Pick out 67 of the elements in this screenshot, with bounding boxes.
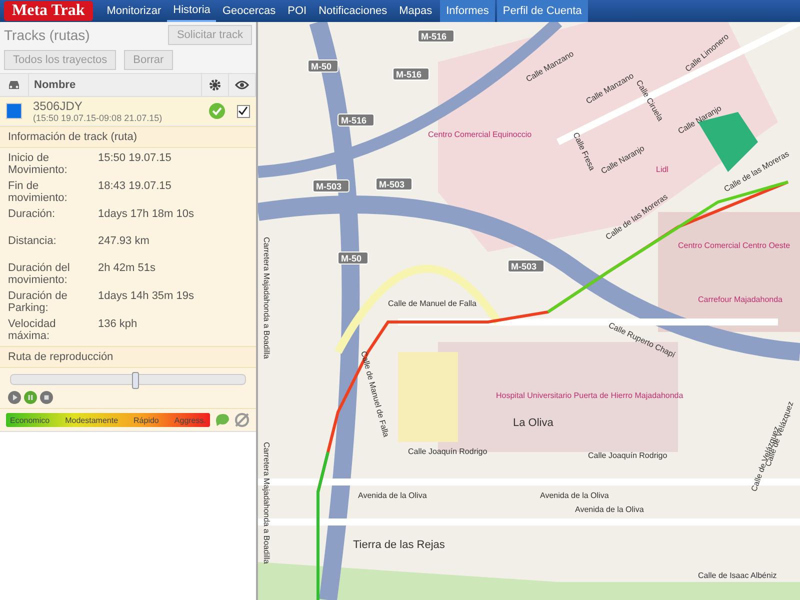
place-label: Hospital Universitario Puerta de Hierro Majadahonda	[496, 391, 684, 400]
speed-label: Aggress.	[174, 416, 206, 424]
street-label: Avenida de la Oliva	[358, 491, 427, 500]
track-name: 3506JDY	[33, 99, 84, 113]
info-label: Velocidad máxima:	[8, 318, 57, 342]
track-period: (15:50 19.07.15-09:08 21.07.15)	[33, 113, 164, 123]
stop-button[interactable]	[40, 391, 53, 404]
street-label: Calle Joaquín Rodrigo	[408, 447, 488, 456]
street-label: Calle Joaquín Rodrigo	[588, 451, 668, 460]
info-label: Duración de Parking:	[8, 290, 68, 314]
nav-tab[interactable]: Informes	[440, 0, 495, 22]
info-value: 247.93 km	[98, 235, 150, 249]
road-shield: M-503	[312, 180, 350, 192]
info-value: 18:43 19.07.15	[98, 180, 172, 194]
info-label: Fin de movimiento:	[8, 180, 68, 204]
nav-tab[interactable]: Monitorizar	[100, 0, 168, 22]
road-shield: M-503	[376, 178, 412, 190]
car-icon	[7, 79, 21, 91]
speed-label: Modestamente	[65, 416, 118, 424]
speed-label: Rápido	[134, 416, 159, 424]
info-value: 15:50 19.07.15	[98, 152, 172, 166]
play-button[interactable]	[8, 391, 21, 404]
info-label: Inicio de Movimiento:	[8, 152, 68, 176]
color-swatch[interactable]	[6, 103, 22, 119]
slider-thumb[interactable]	[132, 372, 140, 389]
road-shield: M-50	[338, 252, 368, 264]
nav-tab[interactable]: Geocercas	[216, 0, 282, 22]
info-value: 2h 42m 51s	[98, 262, 156, 276]
settings-icon	[209, 79, 221, 91]
info-value: 136 kph	[98, 318, 138, 332]
panel-title: Tracks (rutas)	[4, 27, 90, 43]
info-label: Distancia:	[8, 235, 58, 249]
street-label: Carretera Majadahonda a Boadilla	[262, 237, 271, 359]
road-shield: M-516	[392, 68, 430, 80]
place-label: Centro Comercial Equinoccio	[428, 130, 532, 139]
place-label: Tierra de las Rejas	[353, 539, 445, 551]
section-header: Ruta de reproducción	[0, 346, 256, 368]
place-label: Centro Comercial Centro Oeste	[678, 241, 790, 250]
pause-button[interactable]	[24, 391, 37, 404]
road-shield: M-50	[308, 60, 338, 72]
street-label: Calle de Manuel de Falla	[388, 299, 476, 308]
road-shield: M-503	[508, 260, 544, 272]
speed-label: Economico	[10, 416, 50, 424]
place-label: Lidl	[656, 165, 668, 174]
info-label: Duración:	[8, 208, 56, 222]
visibility-checkbox[interactable]	[236, 104, 250, 118]
street-label: Calle de Manuel de Falla	[359, 350, 391, 438]
nav-tab[interactable]: POI	[282, 0, 313, 22]
place-label: La Oliva	[513, 417, 554, 429]
road-shield: M-516	[418, 30, 454, 42]
section-header: Información de track (ruta)	[0, 126, 256, 148]
hide-icon[interactable]	[234, 412, 250, 428]
street-label: Avenida de la Oliva	[540, 491, 609, 500]
info-label: Duración del movimiento:	[8, 262, 71, 286]
nav-tab[interactable]: Perfil de Cuenta	[496, 0, 588, 22]
brand-logo: Meta Trak	[4, 1, 93, 21]
info-value: 1days 14h 35m 19s	[98, 290, 196, 304]
nav-tab[interactable]: Notificaciones	[312, 0, 394, 22]
street-label: Calle de Isaac Albéniz	[698, 571, 777, 580]
eye-icon	[235, 80, 249, 90]
road-shield: M-516	[338, 114, 374, 126]
info-value: 1days 17h 18m 10s	[98, 208, 196, 222]
nav-tab[interactable]: Mapas	[393, 0, 438, 22]
place-label: Carrefour Majadahonda	[698, 295, 782, 304]
street-label: Carretera Majadahonda a Boadilla	[262, 442, 271, 564]
street-label: Avenida de la Oliva	[575, 505, 644, 514]
street-label: Calle Fresa	[571, 131, 597, 172]
